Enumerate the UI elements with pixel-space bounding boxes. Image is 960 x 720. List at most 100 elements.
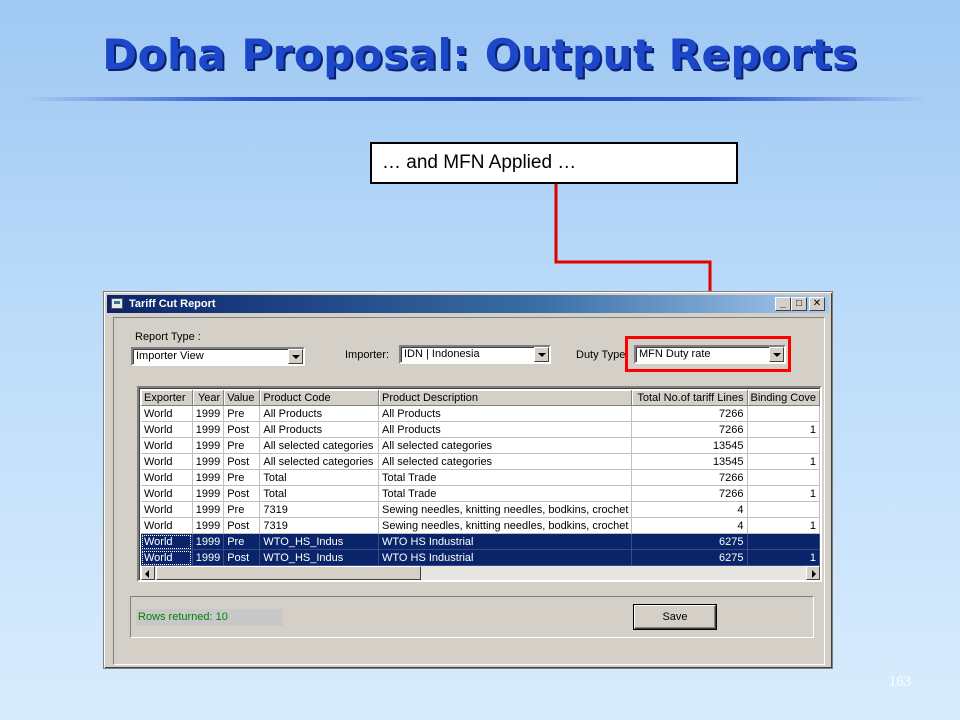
cell-product-code[interactable]: Total <box>259 469 379 486</box>
cell-value[interactable]: Pre <box>223 405 261 422</box>
cell-binding-coverage[interactable] <box>747 405 820 422</box>
cell-product-code[interactable]: WTO_HS_Indus <box>259 533 379 550</box>
report-type-dropdown[interactable]: Importer View <box>131 347 305 366</box>
cell-binding-coverage[interactable]: 1 <box>747 485 820 502</box>
cell-product-code[interactable]: WTO_HS_Indus <box>259 549 379 566</box>
table-row[interactable]: World 1999 Pre All Products All Products… <box>141 405 820 422</box>
scroll-left-icon[interactable] <box>141 566 155 580</box>
cell-product-code[interactable]: 7319 <box>259 517 379 534</box>
minimize-button[interactable]: _ <box>775 297 791 311</box>
cell-product-code[interactable]: All selected categories <box>259 437 379 454</box>
cell-year[interactable]: 1999 <box>192 421 225 438</box>
cell-year[interactable]: 1999 <box>192 453 225 470</box>
importer-dropdown[interactable]: IDN | Indonesia <box>399 345 551 364</box>
table-row[interactable]: World 1999 Post 7319 Sewing needles, kni… <box>141 517 820 534</box>
cell-product-description[interactable]: Sewing needles, knitting needles, bodkin… <box>378 501 633 518</box>
cell-total-tariff-lines[interactable]: 4 <box>631 517 748 534</box>
cell-binding-coverage[interactable]: 1 <box>747 517 820 534</box>
cell-product-code[interactable]: Total <box>259 485 379 502</box>
cell-value[interactable]: Pre <box>223 437 261 454</box>
cell-binding-coverage[interactable] <box>747 469 820 486</box>
column-header[interactable]: Product Description <box>378 390 633 406</box>
table-row[interactable]: World 1999 Pre 7319 Sewing needles, knit… <box>141 501 820 518</box>
cell-year[interactable]: 1999 <box>192 533 225 550</box>
cell-binding-coverage[interactable] <box>747 533 820 550</box>
cell-product-code[interactable]: 7319 <box>259 501 379 518</box>
cell-value[interactable]: Post <box>223 549 261 566</box>
table-row[interactable]: World 1999 Post Total Total Trade 7266 1 <box>141 485 820 502</box>
cell-total-tariff-lines[interactable]: 13545 <box>631 437 748 454</box>
cell-year[interactable]: 1999 <box>192 405 225 422</box>
cell-total-tariff-lines[interactable]: 6275 <box>631 549 748 566</box>
cell-year[interactable]: 1999 <box>192 501 225 518</box>
cell-exporter[interactable]: World <box>141 437 193 454</box>
cell-year[interactable]: 1999 <box>192 517 225 534</box>
column-header[interactable]: Total No.of tariff Lines <box>631 390 748 406</box>
cell-product-description[interactable]: Sewing needles, knitting needles, bodkin… <box>378 517 633 534</box>
cell-product-description[interactable]: Total Trade <box>378 469 633 486</box>
cell-binding-coverage[interactable]: 1 <box>747 549 820 566</box>
cell-product-description[interactable]: WTO HS Industrial <box>378 533 633 550</box>
cell-exporter[interactable]: World <box>141 501 193 518</box>
table-row[interactable]: World 1999 Post All selected categories … <box>141 453 820 470</box>
results-grid[interactable]: Exporter Year Value Product Code Product… <box>137 386 822 582</box>
cell-exporter[interactable]: World <box>141 533 193 550</box>
close-button[interactable]: ✕ <box>809 297 825 311</box>
cell-product-description[interactable]: All Products <box>378 421 633 438</box>
cell-binding-coverage[interactable]: 1 <box>747 453 820 470</box>
cell-binding-coverage[interactable] <box>747 437 820 454</box>
cell-product-code[interactable]: All selected categories <box>259 453 379 470</box>
cell-total-tariff-lines[interactable]: 7266 <box>631 485 748 502</box>
cell-product-code[interactable]: All Products <box>259 405 379 422</box>
horizontal-scrollbar[interactable] <box>141 566 820 580</box>
scroll-thumb[interactable] <box>156 566 421 580</box>
scroll-right-icon[interactable] <box>806 566 820 580</box>
cell-exporter[interactable]: World <box>141 549 193 566</box>
cell-product-description[interactable]: WTO HS Industrial <box>378 549 633 566</box>
cell-year[interactable]: 1999 <box>192 549 225 566</box>
cell-total-tariff-lines[interactable]: 7266 <box>631 469 748 486</box>
window-titlebar[interactable]: Tariff Cut Report _ □ ✕ <box>107 295 829 313</box>
table-row-selected[interactable]: World 1999 Pre WTO_HS_Indus WTO HS Indus… <box>141 533 820 550</box>
cell-total-tariff-lines[interactable]: 13545 <box>631 453 748 470</box>
cell-product-description[interactable]: All selected categories <box>378 453 633 470</box>
save-button[interactable]: Save <box>634 605 716 629</box>
cell-value[interactable]: Pre <box>223 533 261 550</box>
cell-year[interactable]: 1999 <box>192 437 225 454</box>
cell-total-tariff-lines[interactable]: 6275 <box>631 533 748 550</box>
cell-value[interactable]: Pre <box>223 501 261 518</box>
chevron-down-icon[interactable] <box>288 349 303 364</box>
table-row[interactable]: World 1999 Pre All selected categories A… <box>141 437 820 454</box>
cell-value[interactable]: Pre <box>223 469 261 486</box>
cell-total-tariff-lines[interactable]: 7266 <box>631 421 748 438</box>
cell-value[interactable]: Post <box>223 453 261 470</box>
table-row-selected[interactable]: World 1999 Post WTO_HS_Indus WTO HS Indu… <box>141 549 820 566</box>
chevron-down-icon[interactable] <box>534 347 549 362</box>
column-header[interactable]: Exporter <box>141 390 193 406</box>
table-row[interactable]: World 1999 Post All Products All Product… <box>141 421 820 438</box>
cell-exporter[interactable]: World <box>141 517 193 534</box>
cell-value[interactable]: Post <box>223 421 261 438</box>
column-header[interactable]: Year <box>192 390 225 406</box>
cell-exporter[interactable]: World <box>141 453 193 470</box>
column-header[interactable]: Product Code <box>259 390 379 406</box>
maximize-button[interactable]: □ <box>791 297 807 311</box>
cell-exporter[interactable]: World <box>141 405 193 422</box>
cell-product-code[interactable]: All Products <box>259 421 379 438</box>
cell-value[interactable]: Post <box>223 485 261 502</box>
cell-exporter[interactable]: World <box>141 469 193 486</box>
cell-year[interactable]: 1999 <box>192 485 225 502</box>
column-header[interactable]: Binding Cove <box>747 390 820 406</box>
cell-value[interactable]: Post <box>223 517 261 534</box>
cell-exporter[interactable]: World <box>141 485 193 502</box>
cell-year[interactable]: 1999 <box>192 469 225 486</box>
cell-product-description[interactable]: All selected categories <box>378 437 633 454</box>
cell-total-tariff-lines[interactable]: 7266 <box>631 405 748 422</box>
cell-exporter[interactable]: World <box>141 421 193 438</box>
cell-product-description[interactable]: Total Trade <box>378 485 633 502</box>
column-header[interactable]: Value <box>223 390 261 406</box>
cell-binding-coverage[interactable]: 1 <box>747 421 820 438</box>
cell-binding-coverage[interactable] <box>747 501 820 518</box>
cell-total-tariff-lines[interactable]: 4 <box>631 501 748 518</box>
cell-product-description[interactable]: All Products <box>378 405 633 422</box>
